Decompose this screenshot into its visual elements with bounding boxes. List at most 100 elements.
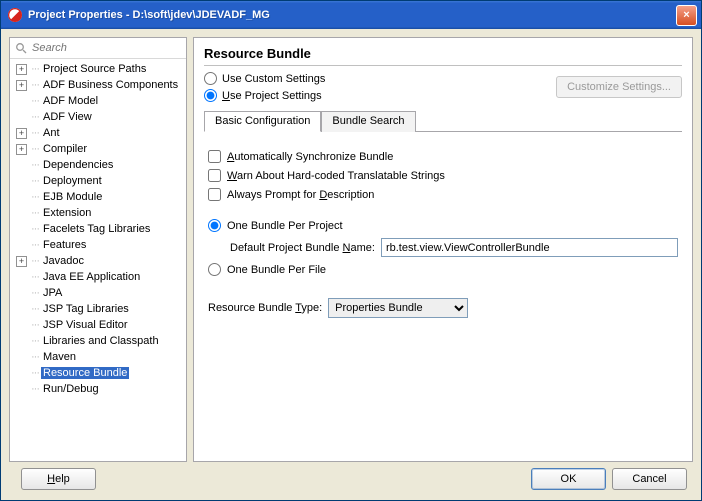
sidebar-item-label: Javadoc [41, 255, 86, 267]
tree-connector-icon: ··· [31, 111, 39, 123]
dialog-body: +···Project Source Paths+···ADF Business… [1, 29, 701, 500]
main-panel: Resource Bundle Use Custom Settings Use … [193, 37, 693, 462]
tree-connector-icon: ··· [31, 335, 39, 347]
warn-strings-input[interactable] [208, 169, 221, 182]
sidebar-item-label: Compiler [41, 143, 89, 155]
sidebar-item-java-ee-application[interactable]: ···Java EE Application [10, 269, 186, 285]
nav-tree[interactable]: +···Project Source Paths+···ADF Business… [10, 59, 186, 461]
always-prompt-checkbox[interactable]: Always Prompt for Description [208, 188, 678, 201]
tab-basic-configuration[interactable]: Basic Configuration [204, 111, 321, 132]
sidebar-item-label: Resource Bundle [41, 367, 129, 379]
bundle-type-row: Resource Bundle Type: Properties Bundle [208, 298, 678, 318]
sidebar-item-jsp-tag-libraries[interactable]: ···JSP Tag Libraries [10, 301, 186, 317]
bundle-type-select[interactable]: Properties Bundle [328, 298, 468, 318]
use-project-input[interactable] [204, 89, 217, 102]
tree-spacer [16, 240, 27, 251]
tree-connector-icon: ··· [31, 175, 39, 187]
sidebar-item-adf-view[interactable]: ···ADF View [10, 109, 186, 125]
sidebar-item-label: Facelets Tag Libraries [41, 223, 152, 235]
titlebar[interactable]: Project Properties - D:\soft\jdev\JDEVAD… [1, 1, 701, 29]
sidebar-item-label: ADF Business Components [41, 79, 180, 91]
default-name-input[interactable] [381, 238, 678, 257]
sidebar-item-label: Maven [41, 351, 78, 363]
help-button[interactable]: Help [21, 468, 96, 490]
sidebar-item-label: Deployment [41, 175, 104, 187]
tree-spacer [16, 368, 27, 379]
search-row [10, 38, 186, 59]
sidebar-item-extension[interactable]: ···Extension [10, 205, 186, 221]
sidebar-item-label: Libraries and Classpath [41, 335, 161, 347]
tree-spacer [16, 192, 27, 203]
sidebar-item-label: Ant [41, 127, 62, 139]
tree-connector-icon: ··· [31, 271, 39, 283]
close-button[interactable]: × [676, 5, 697, 26]
one-per-file-input[interactable] [208, 263, 221, 276]
sidebar-item-resource-bundle[interactable]: ···Resource Bundle [10, 365, 186, 381]
columns: +···Project Source Paths+···ADF Business… [9, 37, 693, 462]
tree-connector-icon: ··· [31, 239, 39, 251]
auto-sync-input[interactable] [208, 150, 221, 163]
expand-icon[interactable]: + [16, 144, 27, 155]
tree-spacer [16, 320, 27, 331]
sidebar-item-javadoc[interactable]: + ···Javadoc [10, 253, 186, 269]
app-icon [7, 7, 23, 23]
one-per-project-radio[interactable]: One Bundle Per Project [208, 219, 678, 232]
expand-icon[interactable]: + [16, 64, 27, 75]
expand-icon[interactable]: + [16, 128, 27, 139]
sidebar-item-project-source-paths[interactable]: +···Project Source Paths [10, 61, 186, 77]
tab-bundle-search[interactable]: Bundle Search [321, 111, 415, 132]
tree-spacer [16, 224, 27, 235]
tree-spacer [16, 160, 27, 171]
expand-icon[interactable]: + [16, 80, 27, 91]
tree-spacer [16, 96, 27, 107]
sidebar-item-label: ADF View [41, 111, 94, 123]
sidebar-item-deployment[interactable]: ···Deployment [10, 173, 186, 189]
search-icon [14, 41, 28, 55]
sidebar-item-jsp-visual-editor[interactable]: ···JSP Visual Editor [10, 317, 186, 333]
sidebar-item-jpa[interactable]: ···JPA [10, 285, 186, 301]
page-title: Resource Bundle [204, 46, 682, 66]
tree-connector-icon: ··· [31, 159, 39, 171]
sidebar-item-features[interactable]: ···Features [10, 237, 186, 253]
use-custom-radio[interactable]: Use Custom Settings [204, 72, 325, 85]
use-project-label: Use Project Settings [222, 90, 322, 102]
sidebar-item-label: ADF Model [41, 95, 100, 107]
tree-connector-icon: ··· [31, 319, 39, 331]
tree-spacer [16, 288, 27, 299]
sidebar-item-ant[interactable]: +···Ant [10, 125, 186, 141]
use-project-radio[interactable]: Use Project Settings [204, 89, 325, 102]
one-per-file-radio[interactable]: One Bundle Per File [208, 263, 678, 276]
tab-strip: Basic Configuration Bundle Search [204, 110, 682, 132]
search-input[interactable] [32, 42, 182, 54]
tree-connector-icon: ··· [31, 95, 39, 107]
sidebar-item-label: JPA [41, 287, 64, 299]
tree-spacer [16, 384, 27, 395]
sidebar-item-run-debug[interactable]: ···Run/Debug [10, 381, 186, 397]
sidebar-item-adf-model[interactable]: ···ADF Model [10, 93, 186, 109]
tree-connector-icon: ··· [31, 383, 39, 395]
tree-connector-icon: ··· [31, 223, 39, 235]
tree-spacer [16, 272, 27, 283]
use-custom-input[interactable] [204, 72, 217, 85]
sidebar-item-label: JSP Visual Editor [41, 319, 130, 331]
warn-strings-checkbox[interactable]: Warn About Hard-coded Translatable Strin… [208, 169, 678, 182]
sidebar-item-ejb-module[interactable]: ···EJB Module [10, 189, 186, 205]
always-prompt-input[interactable] [208, 188, 221, 201]
sidebar-item-libraries-and-classpath[interactable]: ···Libraries and Classpath [10, 333, 186, 349]
settings-mode-row: Use Custom Settings Use Project Settings… [204, 72, 682, 102]
sidebar-item-label: Dependencies [41, 159, 115, 171]
close-icon: × [683, 9, 689, 21]
sidebar-item-label: Extension [41, 207, 93, 219]
sidebar-item-maven[interactable]: ···Maven [10, 349, 186, 365]
dialog-window: Project Properties - D:\soft\jdev\JDEVAD… [0, 0, 702, 501]
ok-button[interactable]: OK [531, 468, 606, 490]
tree-connector-icon: ··· [31, 255, 39, 267]
expand-icon[interactable]: + [16, 256, 27, 267]
one-per-project-input[interactable] [208, 219, 221, 232]
cancel-button[interactable]: Cancel [612, 468, 687, 490]
sidebar-item-facelets-tag-libraries[interactable]: ···Facelets Tag Libraries [10, 221, 186, 237]
auto-sync-checkbox[interactable]: Automatically Synchronize Bundle [208, 150, 678, 163]
sidebar-item-dependencies[interactable]: ···Dependencies [10, 157, 186, 173]
sidebar-item-compiler[interactable]: +···Compiler [10, 141, 186, 157]
sidebar-item-adf-business-components[interactable]: +···ADF Business Components [10, 77, 186, 93]
